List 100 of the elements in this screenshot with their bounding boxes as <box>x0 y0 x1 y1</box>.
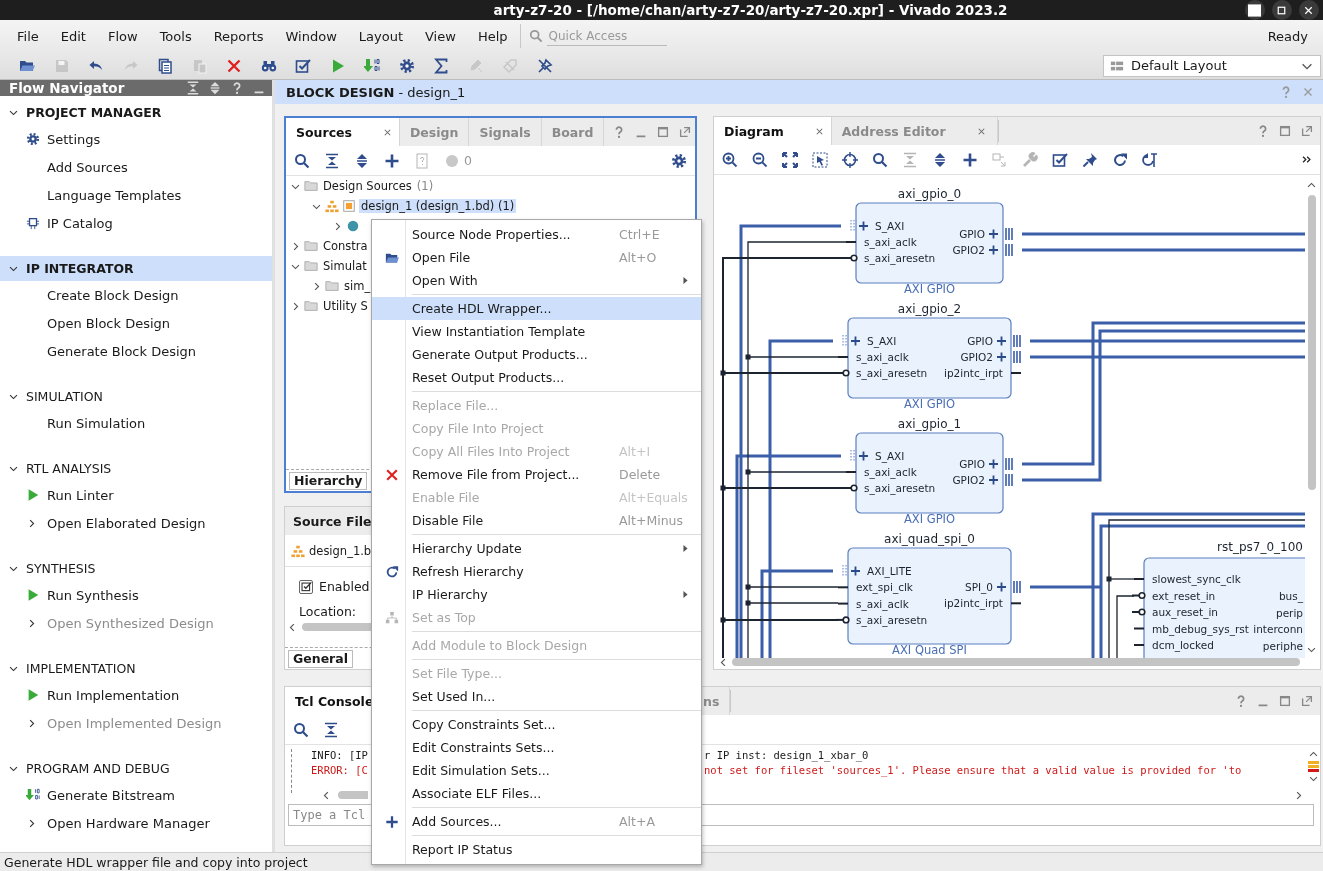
menu-item[interactable]: Edit <box>60 28 86 44</box>
bottom-tab[interactable]: Hierarchy <box>289 471 368 490</box>
tree-item[interactable]: Design Sources <box>321 179 414 193</box>
bus-wire[interactable] <box>760 569 833 658</box>
search-icon[interactable] <box>294 152 310 169</box>
bitstream-icon[interactable] <box>364 57 380 74</box>
menu-item[interactable]: Generate Output Products... <box>372 343 701 366</box>
menu-item[interactable]: Associate ELF Files... <box>372 782 701 805</box>
search-icon[interactable] <box>872 151 888 168</box>
nav-section-header[interactable]: PROGRAM AND DEBUG <box>0 756 272 781</box>
tree-item[interactable]: sim_ <box>342 279 373 293</box>
menu-item[interactable]: Disable File Alt+Minus <box>372 509 701 532</box>
menu-item[interactable]: Open With <box>372 269 701 292</box>
nav-item[interactable]: Run Simulation <box>0 409 272 437</box>
tree-item[interactable]: design_1 (design_1.bd) (1) <box>359 199 517 213</box>
menu-item[interactable]: Refresh Hierarchy <box>372 560 701 583</box>
nav-item[interactable]: Run Linter <box>0 481 272 509</box>
menu-item[interactable]: Window <box>285 28 337 44</box>
scrollbar-thumb[interactable] <box>338 791 368 799</box>
pin-icon[interactable] <box>1082 151 1098 168</box>
maximize-button[interactable] <box>1272 0 1292 20</box>
refresh-icon[interactable] <box>1112 151 1128 168</box>
tree-item[interactable]: Simulat <box>321 259 369 273</box>
menu-item[interactable]: Remove File from Project... Delete <box>372 463 701 486</box>
nav-item[interactable]: IP Catalog <box>0 209 272 237</box>
ip-block[interactable] <box>1131 557 1305 658</box>
float-icon[interactable] <box>678 125 693 139</box>
copy-icon[interactable] <box>157 57 173 74</box>
menu-item[interactable]: Hierarchy Update <box>372 537 701 560</box>
menu-item[interactable]: Edit Simulation Sets... <box>372 759 701 782</box>
wire[interactable] <box>1116 595 1135 658</box>
nav-item[interactable]: Run Synthesis <box>0 581 272 609</box>
checkbox[interactable] <box>299 579 313 594</box>
ip-block[interactable] <box>835 547 1022 645</box>
menu-item[interactable]: Open File Alt+O <box>372 246 701 269</box>
ip-block[interactable] <box>843 202 1013 284</box>
menu-item[interactable]: IP Hierarchy <box>372 583 701 606</box>
close-button[interactable] <box>1299 0 1319 20</box>
nav-item[interactable]: Generate Bitstream <box>0 781 272 809</box>
more-icon[interactable] <box>1301 154 1312 165</box>
nav-item[interactable]: Open Elaborated Design <box>0 509 272 537</box>
layout-dropdown[interactable]: Default Layout <box>1103 54 1321 77</box>
menu-item[interactable]: Reports <box>213 28 264 44</box>
panel-tab[interactable]: Diagram <box>714 117 832 145</box>
panel-tab[interactable]: Sources <box>286 118 400 146</box>
nav-section-header[interactable]: IMPLEMENTATION <box>0 656 272 681</box>
bus-wire[interactable] <box>739 224 841 658</box>
add-icon[interactable] <box>962 151 978 168</box>
zoom-in-icon[interactable] <box>722 151 738 168</box>
search-icon[interactable] <box>293 721 309 738</box>
minimize-button[interactable] <box>1245 0 1265 20</box>
nav-section-header[interactable]: RTL ANALYSIS <box>0 456 272 481</box>
zoom-out-icon[interactable] <box>752 151 768 168</box>
nav-item[interactable]: Create Block Design <box>0 281 272 309</box>
validate-icon[interactable] <box>295 57 311 74</box>
nav-section-header[interactable]: PROJECT MANAGER <box>0 100 272 125</box>
bottom-tab[interactable]: General <box>288 649 353 668</box>
menu-item[interactable]: File <box>17 28 39 44</box>
validate-icon[interactable] <box>1052 151 1068 168</box>
maximize-icon[interactable] <box>1278 694 1292 708</box>
nav-item[interactable]: Settings <box>0 125 272 153</box>
menu-item[interactable]: Reset Output Products... <box>372 366 701 389</box>
scrollbar-thumb[interactable] <box>1307 195 1316 490</box>
menu-item[interactable]: View Instantiation Template <box>372 320 701 343</box>
nav-item[interactable]: Open Block Design <box>0 309 272 337</box>
maximize-icon[interactable] <box>656 125 671 139</box>
bus-wire[interactable] <box>735 454 841 658</box>
menu-item[interactable]: Layout <box>358 28 403 44</box>
maximize-icon[interactable] <box>1278 124 1292 138</box>
unplug-icon[interactable] <box>536 57 553 74</box>
wire[interactable] <box>747 241 847 658</box>
menu-item[interactable]: Help <box>477 28 508 44</box>
settings-icon[interactable] <box>398 57 415 74</box>
float-icon[interactable] <box>1300 694 1314 708</box>
quick-access-field[interactable]: Quick Access <box>546 26 667 46</box>
crosshair-icon[interactable] <box>842 151 858 168</box>
ip-block[interactable] <box>835 317 1022 399</box>
expand-all-icon[interactable] <box>932 151 948 168</box>
menu-item[interactable]: Tools <box>159 28 192 44</box>
select-area-icon[interactable] <box>812 151 828 168</box>
collapse-all-icon[interactable] <box>323 721 339 738</box>
nav-section-header[interactable]: SIMULATION <box>0 384 272 409</box>
nav-item[interactable]: Run Implementation <box>0 681 272 709</box>
scrollbar-thumb[interactable] <box>732 658 1300 666</box>
nav-item[interactable]: Generate Block Design <box>0 337 272 365</box>
expand-all-icon[interactable] <box>354 152 370 169</box>
delete-icon[interactable] <box>226 57 242 74</box>
bus-wire[interactable] <box>768 339 833 658</box>
nav-section-header[interactable]: SYNTHESIS <box>0 556 272 581</box>
expand-all-icon[interactable] <box>208 81 222 95</box>
fit-view-icon[interactable] <box>782 151 798 168</box>
nav-item[interactable]: Open Hardware Manager <box>0 809 272 837</box>
tree-item[interactable]: Constra <box>321 239 370 253</box>
regenerate-icon[interactable] <box>1142 151 1158 168</box>
float-icon[interactable] <box>1300 124 1314 138</box>
settings-icon[interactable] <box>671 152 687 169</box>
tree-item[interactable]: Utility S <box>321 299 370 313</box>
menu-item[interactable]: Create HDL Wrapper... <box>372 297 701 320</box>
menu-item[interactable]: Flow <box>107 28 138 44</box>
nav-item[interactable]: Add Sources <box>0 153 272 181</box>
